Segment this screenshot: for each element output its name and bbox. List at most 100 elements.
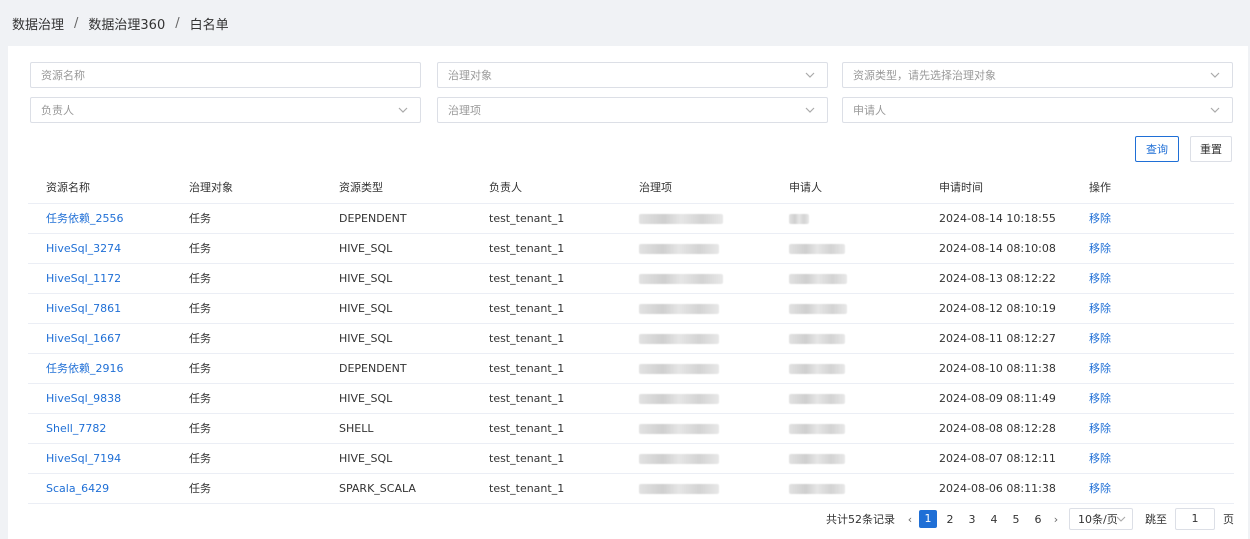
redacted-value [639, 363, 719, 374]
chevron-down-icon [398, 107, 408, 113]
reset-button[interactable]: 重置 [1190, 136, 1232, 162]
resource-type-cell: HIVE_SQL [321, 293, 471, 324]
table-row: Shell_7782 任务 SHELL test_tenant_1 2024-08-08… [28, 413, 1234, 444]
resource-type-select[interactable]: 资源类型，请先选择治理对象 [842, 62, 1233, 88]
remove-link[interactable]: 移除 [1071, 413, 1234, 444]
redacted-value [639, 273, 723, 284]
resource-name-link[interactable]: HiveSql_9838 [28, 383, 171, 414]
resource-name-link[interactable]: HiveSql_7194 [28, 443, 171, 474]
chevron-down-icon [805, 72, 815, 78]
remove-link[interactable]: 移除 [1071, 443, 1234, 474]
remove-link[interactable]: 移除 [1071, 263, 1234, 294]
apply-time-cell: 2024-08-07 08:12:11 [921, 443, 1071, 474]
redacted-value [789, 393, 845, 404]
resource-type-cell: HIVE_SQL [321, 443, 471, 474]
redacted-value [789, 423, 845, 434]
page-6[interactable]: 6 [1029, 513, 1047, 526]
apply-time-cell: 2024-08-14 08:10:08 [921, 233, 1071, 264]
page-4[interactable]: 4 [985, 513, 1003, 526]
gov-object-cell: 任务 [171, 443, 321, 474]
page-suffix: 页 [1223, 513, 1234, 526]
breadcrumb-level1[interactable]: 数据治理 [12, 14, 64, 33]
table-row: HiveSql_7861 任务 HIVE_SQL test_tenant_1 2024-… [28, 293, 1234, 324]
jump-page-input[interactable]: 1 [1175, 508, 1215, 530]
resource-name-link[interactable]: HiveSql_1172 [28, 263, 171, 294]
owner-cell: test_tenant_1 [471, 473, 621, 504]
gov-object-cell: 任务 [171, 263, 321, 294]
apply-time-cell: 2024-08-06 08:11:38 [921, 473, 1071, 504]
remove-link[interactable]: 移除 [1071, 473, 1234, 504]
applicant-cell [771, 383, 921, 414]
redacted-value [789, 243, 845, 254]
gov-item-select[interactable]: 治理项 [437, 97, 828, 123]
page-1[interactable]: 1 [919, 510, 937, 528]
resource-name-link[interactable]: Shell_7782 [28, 413, 171, 444]
apply-time-cell: 2024-08-08 08:12:28 [921, 413, 1071, 444]
redacted-value [789, 213, 809, 224]
page-5[interactable]: 5 [1007, 513, 1025, 526]
gov-object-cell: 任务 [171, 323, 321, 354]
pagination: 共计52条记录 ‹ 1 2 3 4 5 6 › 10条/页 跳至 1 页 [826, 508, 1234, 530]
redacted-value [789, 273, 847, 284]
resource-type-cell: DEPENDENT [321, 353, 471, 384]
col-header-gov-object: 治理对象 [171, 171, 321, 204]
owner-select[interactable]: 负责人 [30, 97, 421, 123]
resource-type-placeholder: 资源类型，请先选择治理对象 [853, 69, 996, 82]
apply-time-cell: 2024-08-10 08:11:38 [921, 353, 1071, 384]
resource-name-link[interactable]: 任务依赖_2916 [28, 353, 171, 384]
resource-name-link[interactable]: HiveSql_1667 [28, 323, 171, 354]
applicant-cell [771, 323, 921, 354]
resource-name-link[interactable]: Scala_6429 [28, 473, 171, 504]
main-card: 资源名称 治理对象 资源类型，请先选择治理对象 负责人 治理项 申请人 查询 重… [8, 46, 1248, 539]
redacted-value [639, 243, 719, 254]
owner-cell: test_tenant_1 [471, 383, 621, 414]
redacted-value [789, 453, 845, 464]
gov-item-cell [621, 263, 771, 294]
total-records: 共计52条记录 [826, 513, 895, 526]
applicant-cell [771, 413, 921, 444]
breadcrumb-level2[interactable]: 数据治理360 [88, 14, 165, 33]
resource-name-link[interactable]: 任务依赖_2556 [28, 203, 171, 234]
remove-link[interactable]: 移除 [1071, 203, 1234, 234]
resource-type-cell: HIVE_SQL [321, 263, 471, 294]
page-2[interactable]: 2 [941, 513, 959, 526]
chevron-down-icon [805, 107, 815, 113]
page-3[interactable]: 3 [963, 513, 981, 526]
table-row: HiveSql_1172 任务 HIVE_SQL test_tenant_1 2024-… [28, 263, 1234, 294]
query-button[interactable]: 查询 [1135, 136, 1179, 162]
gov-object-select[interactable]: 治理对象 [437, 62, 828, 88]
applicant-placeholder: 申请人 [853, 104, 886, 117]
apply-time-cell: 2024-08-12 08:10:19 [921, 293, 1071, 324]
remove-link[interactable]: 移除 [1071, 383, 1234, 414]
table-row: HiveSql_9838 任务 HIVE_SQL test_tenant_1 2024-… [28, 383, 1234, 414]
jump-label: 跳至 [1145, 513, 1167, 526]
col-header-resource-type: 资源类型 [321, 171, 471, 204]
resource-type-cell: HIVE_SQL [321, 233, 471, 264]
resource-name-link[interactable]: HiveSql_7861 [28, 293, 171, 324]
redacted-value [639, 453, 719, 464]
col-header-resource-name: 资源名称 [28, 171, 171, 204]
next-page-icon[interactable]: › [1049, 513, 1063, 526]
resource-name-input[interactable]: 资源名称 [30, 62, 421, 88]
gov-item-cell [621, 413, 771, 444]
breadcrumb: 数据治理 / 数据治理360 / 白名单 [0, 0, 1250, 46]
owner-cell: test_tenant_1 [471, 353, 621, 384]
breadcrumb-separator: / [74, 15, 79, 31]
owner-cell: test_tenant_1 [471, 233, 621, 264]
remove-link[interactable]: 移除 [1071, 353, 1234, 384]
page-size-select[interactable]: 10条/页 [1069, 508, 1133, 530]
owner-cell: test_tenant_1 [471, 293, 621, 324]
table-row: 任务依赖_2916 任务 DEPENDENT test_tenant_1 2024-08… [28, 353, 1234, 384]
resource-name-link[interactable]: HiveSql_3274 [28, 233, 171, 264]
redacted-value [639, 213, 723, 224]
resource-type-cell: HIVE_SQL [321, 383, 471, 414]
chevron-down-icon [1116, 516, 1126, 522]
owner-cell: test_tenant_1 [471, 443, 621, 474]
prev-page-icon[interactable]: ‹ [903, 513, 917, 526]
table-row: HiveSql_1667 任务 HIVE_SQL test_tenant_1 2024-… [28, 323, 1234, 354]
owner-cell: test_tenant_1 [471, 203, 621, 234]
remove-link[interactable]: 移除 [1071, 323, 1234, 354]
remove-link[interactable]: 移除 [1071, 233, 1234, 264]
remove-link[interactable]: 移除 [1071, 293, 1234, 324]
applicant-select[interactable]: 申请人 [842, 97, 1233, 123]
